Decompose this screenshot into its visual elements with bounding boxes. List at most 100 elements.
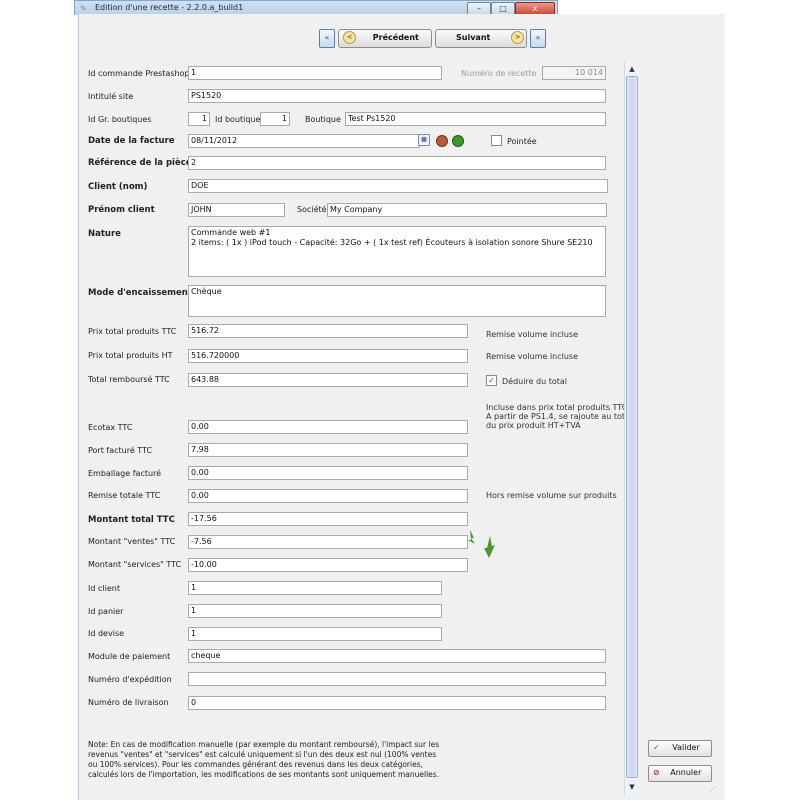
total-rembourse-input[interactable]: 643.88: [188, 373, 468, 387]
nature-textarea[interactable]: Commande web #1 2 items: ( 1x ) iPod tou…: [188, 226, 606, 277]
id-boutique-input[interactable]: 1: [260, 112, 290, 126]
module-paiement-label: Module de paiement: [88, 652, 171, 661]
footnote-line-4: calculés lors de l'importation, les modi…: [88, 770, 440, 779]
previous-label: Précédent: [372, 33, 419, 42]
pointee-checkbox[interactable]: [491, 135, 502, 146]
resize-grip-icon[interactable]: ⋰: [710, 784, 720, 794]
next-button[interactable]: Suivant >: [435, 29, 527, 48]
numero-livraison-input[interactable]: 0: [188, 696, 606, 710]
footnote-line-2: revenus "ventes" et "services" est calcu…: [88, 750, 437, 759]
footnote: Note: En cas de modification manuelle (p…: [88, 740, 448, 780]
nature-line-1: Commande web #1: [191, 228, 271, 237]
deduire-total-checkbox[interactable]: ✓: [486, 375, 497, 386]
mode-encaissement-label: Mode d'encaissement: [88, 288, 192, 298]
remise-incluse-note-1: Remise volume incluse: [486, 330, 579, 339]
ecotax-note-2: A partir de PS1.4, se rajoute au total: [486, 412, 633, 421]
remise-totale-input[interactable]: 0.00: [188, 489, 468, 503]
prix-ttc-label: Prix total produits TTC: [88, 327, 177, 336]
montant-ventes-input[interactable]: -7.56: [188, 535, 468, 549]
id-devise-label: Id devise: [88, 629, 125, 638]
numero-recette-input: 10 014: [542, 66, 606, 80]
remise-totale-label: Remise totale TTC: [88, 491, 161, 500]
montant-total-input[interactable]: -17.56: [188, 512, 468, 526]
hors-remise-note: Hors remise volume sur produits: [486, 491, 617, 500]
emballage-label: Emballage facturé: [88, 469, 162, 478]
cancel-icon: ⊘: [653, 768, 660, 777]
scrollbar-thumb[interactable]: [626, 76, 638, 778]
ecotax-note-3: du prix produit HT+TVA: [486, 421, 581, 430]
clear-date-icon[interactable]: [436, 135, 448, 147]
previous-button[interactable]: < Précédent: [338, 29, 432, 48]
footnote-line-3: ou 100% services). Pour les commandes gé…: [88, 760, 424, 769]
reference-label: Référence de la pièce: [88, 158, 192, 168]
numero-recette-label: Numéro de recette: [461, 69, 537, 78]
prix-ht-input[interactable]: 516.720000: [188, 349, 468, 363]
montant-services-input[interactable]: -10.00: [188, 558, 468, 572]
numero-expedition-label: Numéro d'expédition: [88, 675, 172, 684]
port-label: Port facturé TTC: [88, 446, 153, 455]
date-facture-label: Date de la facture: [88, 136, 175, 146]
prenom-client-input[interactable]: JOHN: [188, 203, 285, 217]
window-title: Edition d'une recette - 2.2.0.a_build1: [95, 3, 244, 12]
date-facture-input[interactable]: 08/11/2012: [188, 134, 420, 148]
id-client-input[interactable]: 1: [188, 581, 442, 595]
id-commande-input[interactable]: 1: [188, 66, 442, 80]
societe-input[interactable]: My Company: [327, 203, 607, 217]
next-arrow-icon: >: [511, 31, 525, 44]
numero-livraison-label: Numéro de livraison: [88, 698, 169, 707]
previous-arrow-icon: <: [343, 31, 356, 44]
client-nom-label: Client (nom): [88, 182, 148, 192]
id-gr-boutiques-label: Id Gr. boutiques: [88, 115, 152, 124]
remise-incluse-note-2: Remise volume incluse: [486, 352, 579, 361]
prix-ht-label: Prix total produits HT: [88, 351, 173, 360]
apply-date-icon[interactable]: [452, 135, 464, 147]
montant-total-label: Montant total TTC: [88, 515, 175, 525]
total-rembourse-label: Total remboursé TTC: [88, 375, 170, 384]
id-client-label: Id client: [88, 584, 120, 593]
boutique-input[interactable]: Test Ps1520: [345, 112, 606, 126]
window-title-bar: ✎ Edition d'une recette - 2.2.0.a_build1…: [74, 0, 558, 16]
footnote-line-1: Note: En cas de modification manuelle (p…: [88, 740, 440, 749]
client-nom-input[interactable]: DOE: [188, 179, 608, 193]
numero-expedition-input[interactable]: [188, 672, 606, 686]
annuler-label: Annuler: [670, 768, 702, 777]
valider-button[interactable]: ✓ Valider: [648, 740, 712, 757]
id-gr-boutiques-input[interactable]: 1: [188, 112, 210, 126]
annuler-button[interactable]: ⊘ Annuler: [648, 765, 712, 782]
port-input[interactable]: 7.98: [188, 443, 468, 457]
pointee-label: Pointée: [507, 137, 537, 146]
valider-label: Valider: [672, 743, 700, 752]
scroll-up-arrow-icon[interactable]: ▲: [627, 64, 637, 74]
mode-encaissement-textarea[interactable]: Chèque: [188, 285, 606, 317]
module-paiement-input[interactable]: cheque: [188, 649, 606, 663]
mode-encaissement-value: Chèque: [191, 287, 222, 296]
prix-ttc-input[interactable]: 516.72: [188, 324, 468, 338]
last-record-button[interactable]: »: [530, 29, 546, 48]
intitule-input[interactable]: PS1520: [188, 89, 606, 103]
id-devise-input[interactable]: 1: [188, 627, 442, 641]
montant-ventes-label: Montant "ventes" TTC: [88, 537, 176, 546]
emballage-input[interactable]: 0.00: [188, 466, 468, 480]
vertical-scrollbar[interactable]: ▲ ▼: [624, 62, 639, 796]
montant-services-label: Montant "services" TTC: [88, 560, 182, 569]
nature-line-2: 2 items: ( 1x ) iPod touch - Capacité: 3…: [191, 238, 593, 247]
id-panier-input[interactable]: 1: [188, 604, 442, 618]
boutique-label: Boutique: [305, 115, 341, 124]
id-panier-label: Id panier: [88, 607, 124, 616]
app-icon: ✎: [80, 4, 87, 13]
id-commande-label: Id commande Prestashop: [88, 69, 190, 78]
nature-label: Nature: [88, 229, 121, 239]
next-label: Suivant: [456, 33, 491, 42]
scroll-down-arrow-icon[interactable]: ▼: [627, 782, 637, 792]
reference-input[interactable]: 2: [188, 156, 606, 170]
ecotax-input[interactable]: 0.00: [188, 420, 468, 434]
calendar-icon[interactable]: ▦: [418, 134, 430, 146]
id-boutique-label: Id boutique: [215, 115, 261, 124]
ecotax-note-1: Incluse dans prix total produits TTC: [486, 403, 628, 412]
prenom-client-label: Prénom client: [88, 205, 155, 215]
first-record-button[interactable]: «: [319, 29, 335, 48]
ecotax-label: Ecotax TTC: [88, 423, 133, 432]
deduire-total-label: Déduire du total: [502, 377, 568, 386]
swap-arrows-icon: [468, 530, 495, 558]
intitule-label: Intitulé site: [88, 92, 134, 101]
